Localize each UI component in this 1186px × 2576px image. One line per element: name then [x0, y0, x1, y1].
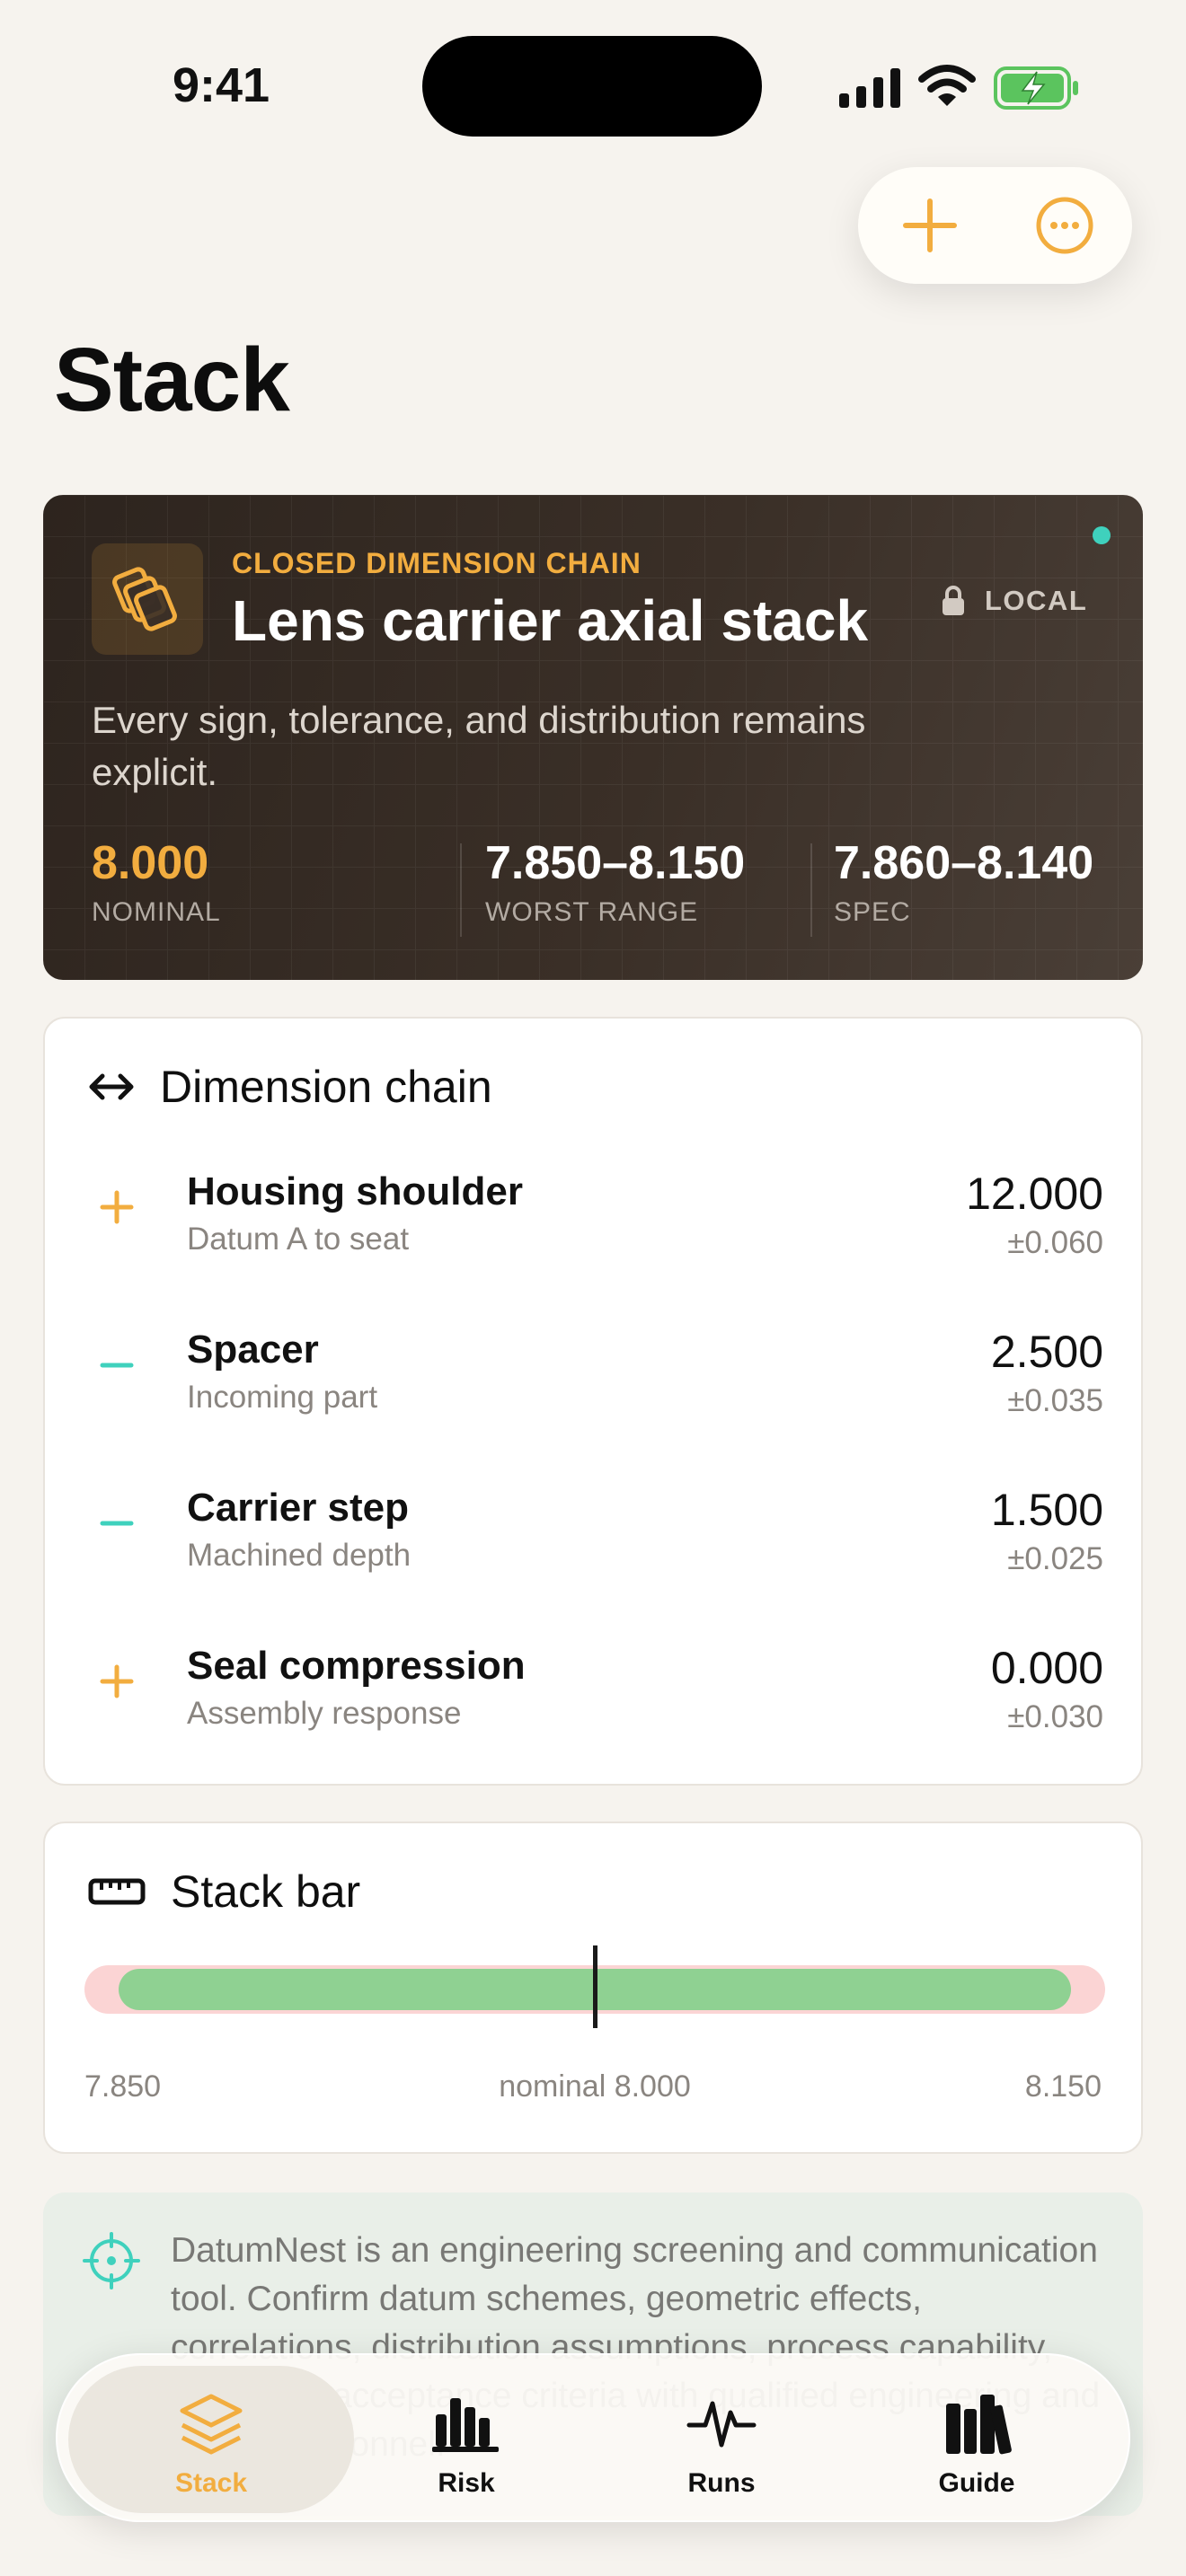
- stat-worst-range: 7.850–8.150 WORST RANGE: [485, 836, 745, 935]
- stack-bar-track: [84, 1945, 1105, 2028]
- sync-status-dot: [1093, 526, 1111, 544]
- page-title: Stack: [54, 330, 290, 430]
- hero-kicker: CLOSED DIMENSION CHAIN: [232, 547, 642, 579]
- tab-runs[interactable]: Runs: [579, 2366, 864, 2513]
- dimension-chain-card: Dimension chain Housing shoulder Datum A…: [43, 1017, 1143, 1786]
- tab-guide[interactable]: Guide: [834, 2366, 1120, 2513]
- status-time: 9:41: [173, 58, 270, 112]
- row-name: Housing shoulder: [187, 1169, 523, 1213]
- local-label: LOCAL: [985, 585, 1088, 616]
- chain-row-spacer[interactable]: Spacer Incoming part 2.500 ±0.035: [45, 1319, 1145, 1444]
- row-name: Spacer: [187, 1328, 319, 1372]
- stat-label: WORST RANGE: [485, 897, 699, 927]
- books-icon: [946, 2395, 1012, 2455]
- hero-icon-badge: [92, 543, 203, 655]
- stack-bar-nominal-marker: [592, 1945, 597, 2028]
- stat-spec: 7.860–8.140 SPEC: [834, 836, 1093, 935]
- stack-bar-card: Stack bar 7.850 nominal 8.000 8.150: [43, 1822, 1143, 2154]
- dimension-chain-title: Dimension chain: [160, 1062, 492, 1112]
- stat-value: 7.860–8.140: [834, 837, 1094, 889]
- stat-divider: [810, 843, 812, 937]
- tab-risk[interactable]: Risk: [323, 2366, 609, 2513]
- stack-bar-title: Stack bar: [171, 1866, 361, 1917]
- row-value: 1.500: [990, 1485, 1103, 1535]
- plus-icon: [903, 198, 957, 252]
- add-button[interactable]: [890, 185, 970, 266]
- tab-label: Guide: [938, 2468, 1015, 2498]
- row-value: 0.000: [990, 1643, 1103, 1693]
- minus-sign-icon: [100, 1521, 134, 1526]
- waveform-icon: [686, 2401, 757, 2448]
- bar-chart-icon: [432, 2398, 499, 2452]
- cellular-signal-icon: [839, 68, 900, 108]
- hero-title: Lens carrier axial stack: [232, 588, 869, 653]
- bar-nominal-label: nominal 8.000: [499, 2069, 691, 2104]
- tab-stack[interactable]: Stack: [68, 2366, 354, 2513]
- bar-max-label: 8.150: [1024, 2069, 1102, 2104]
- row-description: Assembly response: [187, 1696, 462, 1731]
- dimension-chain-header: Dimension chain: [88, 1058, 492, 1116]
- ruler-icon: [88, 1878, 146, 1905]
- row-value: 12.000: [966, 1169, 1103, 1219]
- ellipsis-circle-icon: [1036, 197, 1093, 254]
- local-badge: LOCAL: [942, 581, 1087, 621]
- chain-row-housing-shoulder[interactable]: Housing shoulder Datum A to seat 12.000 …: [45, 1160, 1145, 1286]
- stat-value: 7.850–8.150: [485, 837, 746, 889]
- tab-label: Runs: [687, 2468, 756, 2498]
- chain-row-carrier-step[interactable]: Carrier step Machined depth 1.500 ±0.025: [45, 1477, 1145, 1602]
- wifi-icon: [918, 65, 976, 106]
- row-tolerance: ±0.035: [1007, 1383, 1103, 1418]
- stack-bar-header: Stack bar: [88, 1863, 360, 1920]
- dynamic-island: [422, 36, 762, 137]
- row-description: Incoming part: [187, 1380, 378, 1415]
- status-icons: [839, 61, 1082, 115]
- stat-divider: [460, 843, 462, 937]
- stat-label: SPEC: [834, 897, 911, 927]
- status-bar: 9:41: [0, 0, 1186, 171]
- minus-sign-icon: [100, 1363, 134, 1368]
- left-right-arrow-icon: [89, 1073, 134, 1100]
- row-tolerance: ±0.030: [1007, 1699, 1103, 1734]
- stack-summary-card[interactable]: CLOSED DIMENSION CHAIN Lens carrier axia…: [43, 495, 1143, 980]
- tab-label: Stack: [174, 2468, 248, 2498]
- tab-bar: Stack Risk Runs Guide: [56, 2353, 1130, 2522]
- stat-label: NOMINAL: [92, 897, 221, 927]
- chain-row-seal-compression[interactable]: Seal compression Assembly response 0.000…: [45, 1635, 1145, 1760]
- tab-label: Risk: [438, 2468, 495, 2498]
- plus-sign-icon: [100, 1190, 134, 1224]
- row-tolerance: ±0.060: [1007, 1225, 1103, 1260]
- plus-sign-icon: [100, 1664, 134, 1698]
- more-button[interactable]: [1024, 185, 1105, 266]
- row-value: 2.500: [990, 1327, 1103, 1377]
- hero-subtitle: Every sign, tolerance, and distribution …: [92, 699, 866, 793]
- hero-stats: 8.000 NOMINAL 7.850–8.150 WORST RANGE 7.…: [92, 836, 1094, 944]
- stat-nominal: 8.000 NOMINAL: [92, 836, 221, 935]
- crosshair-icon: [83, 2232, 140, 2289]
- battery-charging-icon: [994, 66, 1078, 110]
- row-name: Seal compression: [187, 1644, 526, 1688]
- lock-icon: [943, 586, 964, 615]
- row-description: Machined depth: [187, 1538, 412, 1573]
- row-name: Carrier step: [187, 1486, 410, 1530]
- row-description: Datum A to seat: [187, 1222, 410, 1257]
- top-toolbar: [858, 167, 1132, 284]
- row-tolerance: ±0.025: [1007, 1541, 1103, 1576]
- stat-value: 8.000: [92, 837, 209, 889]
- layers-icon: [180, 2394, 243, 2455]
- layers-stack-icon: [112, 567, 177, 631]
